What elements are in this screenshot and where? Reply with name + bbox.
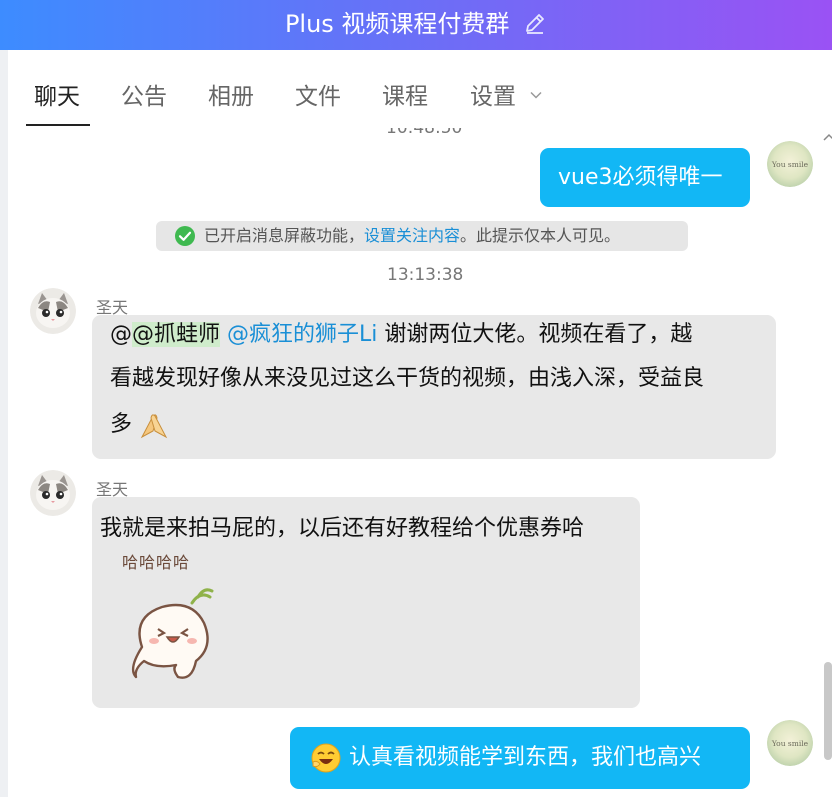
- group-name: Plus 视频课程付费群: [284, 10, 510, 38]
- notice-suffix: 。此提示仅本人可见。: [460, 226, 621, 245]
- active-tab-indicator: [26, 124, 90, 126]
- message-text: 多: [110, 412, 133, 437]
- message-text: vue3必须得唯一: [558, 165, 723, 190]
- pray-hands-emoji: [140, 414, 168, 439]
- group-title: Plus 视频课程付费群: [0, 9, 832, 39]
- message-text: 我就是来拍马屁的，以后还有好教程给个优惠券哈: [100, 516, 585, 541]
- avatar[interactable]: [30, 288, 76, 334]
- avatar-caption: You smile: [771, 739, 809, 748]
- message-line: 认真看视频能学到东西，我们也高兴: [310, 738, 701, 778]
- message-line: 看越发现好像从来没见过这么干货的视频，由浅入深，受益良: [110, 366, 705, 391]
- title-bar: Plus 视频课程付费群: [0, 0, 832, 50]
- tab-files[interactable]: 文件: [295, 80, 341, 114]
- cat-avatar-image: [30, 470, 76, 516]
- tab-bar: 聊天 公告 相册 文件 课程 设置: [8, 50, 832, 129]
- incoming-message-bubble[interactable]: @@抓蛙师 @疯狂的狮子Li 谢谢两位大佬。视频在看了，越 看越发现好像从来没见…: [92, 315, 776, 459]
- tab-label: 相册: [208, 84, 254, 110]
- set-focus-content-link[interactable]: 设置关注内容: [364, 226, 460, 245]
- timestamp: 13:13:38: [387, 265, 464, 285]
- check-circle-icon: [175, 226, 195, 246]
- tab-label: 公告: [121, 84, 167, 110]
- outgoing-message-bubble[interactable]: vue3必须得唯一: [540, 148, 750, 207]
- at-text: @: [110, 322, 132, 347]
- tab-label: 文件: [295, 84, 341, 110]
- cat-avatar-image: [30, 288, 76, 334]
- scroll-up-arrow-icon[interactable]: [823, 132, 832, 142]
- tab-settings[interactable]: 设置: [470, 80, 543, 114]
- scrollbar-thumb[interactable]: [824, 662, 832, 760]
- laughing-dumpling-sticker: 哈哈哈哈: [122, 553, 232, 693]
- system-notice: 已开启消息屏蔽功能，设置关注内容。此提示仅本人可见。: [156, 221, 688, 251]
- tab-label: 课程: [382, 84, 428, 110]
- incoming-message-bubble[interactable]: 我就是来拍马屁的，以后还有好教程给个优惠券哈 哈哈哈哈: [92, 497, 640, 708]
- message-line: 多: [110, 405, 169, 445]
- sticker-text: 哈哈哈哈: [122, 553, 191, 572]
- message-line: @@抓蛙师 @疯狂的狮子Li 谢谢两位大佬。视频在看了，越: [110, 315, 692, 355]
- avatar[interactable]: You smile: [767, 141, 813, 187]
- notice-text: 已开启消息屏蔽功能，: [204, 226, 365, 245]
- tab-announcements[interactable]: 公告: [121, 80, 167, 114]
- tab-album[interactable]: 相册: [208, 80, 254, 114]
- tab-label: 聊天: [34, 84, 80, 110]
- mention-highlighted[interactable]: @抓蛙师: [132, 322, 221, 347]
- avatar-image: You smile: [767, 720, 813, 766]
- timestamp: 10:48:50: [386, 128, 463, 138]
- chat-area[interactable]: 10:48:50 vue3必须得唯一 You smile 已开启消息屏蔽功能，设…: [8, 128, 832, 797]
- window-left-edge: [0, 50, 8, 797]
- scrollbar[interactable]: [822, 128, 832, 797]
- laughing-face-emoji: [311, 743, 341, 773]
- tab-courses[interactable]: 课程: [382, 80, 428, 114]
- avatar[interactable]: [30, 470, 76, 516]
- outgoing-message-bubble[interactable]: 认真看视频能学到东西，我们也高兴: [290, 727, 750, 789]
- avatar-image: You smile: [767, 141, 813, 187]
- tab-label: 设置: [470, 84, 516, 110]
- message-text: 认真看视频能学到东西，我们也高兴: [349, 745, 702, 770]
- avatar[interactable]: You smile: [767, 720, 813, 766]
- pencil-icon[interactable]: [523, 11, 547, 35]
- avatar-caption: You smile: [771, 160, 809, 169]
- chevron-down-icon: [530, 91, 542, 99]
- tab-chat[interactable]: 聊天: [34, 80, 80, 114]
- message-text: 谢谢两位大佬。视频在看了，越: [377, 322, 693, 347]
- mention[interactable]: @疯狂的狮子Li: [227, 322, 377, 347]
